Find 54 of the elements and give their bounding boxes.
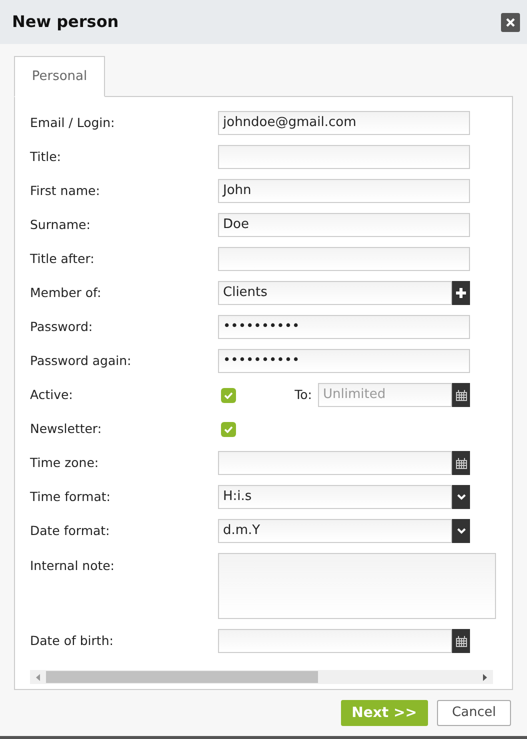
window-title: New person: [12, 11, 119, 33]
scrollbar-thumb[interactable]: [46, 671, 318, 683]
field-label: Surname:: [30, 216, 92, 234]
chevron-down-icon: [456, 494, 466, 500]
field-label: Active:: [30, 386, 74, 404]
date-picker-button[interactable]: [452, 451, 470, 475]
field-label: Email / Login:: [30, 114, 116, 132]
field-label: Time format:: [30, 488, 112, 506]
close-icon: [506, 18, 515, 26]
chevron-down-icon: [456, 528, 466, 534]
date-picker-button[interactable]: [452, 629, 470, 653]
calendar-icon: [456, 636, 466, 646]
cancel-button[interactable]: Cancel: [436, 700, 511, 726]
field-label: Newsletter:: [30, 420, 103, 438]
field-label: Password:: [30, 318, 94, 336]
field-label: Date of birth:: [30, 632, 114, 650]
close-button[interactable]: [501, 12, 520, 32]
field-label: Title:: [30, 148, 62, 166]
field-label: Title after:: [30, 250, 96, 268]
calendar-icon: [456, 458, 466, 468]
calendar-icon: [456, 390, 466, 400]
scroll-left-icon[interactable]: [36, 674, 40, 680]
date-field[interactable]: [218, 451, 452, 475]
text-field[interactable]: ••••••••••: [218, 315, 470, 339]
field-label: First name:: [30, 182, 101, 200]
select-field[interactable]: d.m.Y: [218, 519, 452, 543]
checkbox[interactable]: [221, 422, 236, 436]
field-label: Password again:: [30, 352, 132, 370]
scroll-right-icon[interactable]: [483, 674, 487, 680]
check-icon: [224, 426, 233, 432]
to-label: To:: [294, 386, 312, 404]
date-field[interactable]: [218, 629, 452, 653]
text-field[interactable]: [218, 145, 470, 169]
plus-icon: [456, 288, 466, 298]
text-field[interactable]: John: [218, 179, 470, 203]
field-label: Member of:: [30, 284, 102, 302]
text-field[interactable]: johndoe@gmail.com: [218, 111, 470, 135]
field-label: Date format:: [30, 522, 111, 540]
select-field[interactable]: H:i.s: [218, 485, 452, 509]
field-label: Internal note:: [30, 557, 116, 575]
textarea-field[interactable]: [218, 553, 496, 619]
text-field[interactable]: ••••••••••: [218, 349, 470, 373]
horizontal-scrollbar[interactable]: [30, 670, 493, 684]
tab[interactable]: Personal: [14, 56, 105, 97]
dropdown-button[interactable]: [452, 485, 470, 509]
text-field[interactable]: [218, 247, 470, 271]
text-field[interactable]: Doe: [218, 213, 470, 237]
check-icon: [224, 392, 233, 398]
add-button[interactable]: [452, 281, 470, 305]
field-label: Time zone:: [30, 454, 100, 472]
checkbox[interactable]: [221, 388, 236, 402]
dropdown-button[interactable]: [452, 519, 470, 543]
select-field[interactable]: Clients: [218, 281, 452, 305]
date-picker-button[interactable]: [452, 383, 470, 407]
